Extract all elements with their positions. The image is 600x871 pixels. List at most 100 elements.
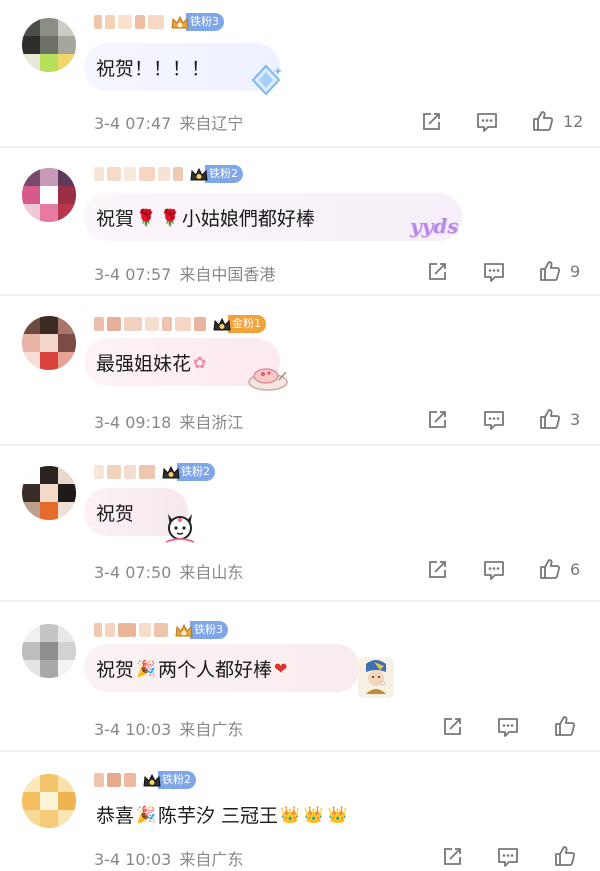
comment-item: 金粉1 最强姐妹花 ✿ 3-4 09:18 来自浙江 3 <box>0 296 600 446</box>
like-button[interactable]: 6 <box>538 557 580 581</box>
reply-icon <box>484 263 504 282</box>
comment-text-part: 两个人都好棒 <box>157 658 272 681</box>
share-icon <box>429 561 446 578</box>
avatar[interactable] <box>22 18 76 72</box>
username-row[interactable]: 铁粉2 <box>94 460 215 484</box>
comment-text: 祝贺 🎉 两个人都好棒 ❤ <box>96 655 289 682</box>
avatar[interactable] <box>22 624 76 678</box>
username-blurred[interactable] <box>94 15 164 29</box>
username-row[interactable]: 铁粉3 <box>94 618 228 642</box>
comment-meta: 3-4 10:03 来自广东 <box>94 716 243 740</box>
share-button[interactable] <box>441 716 463 738</box>
username-blurred[interactable] <box>94 623 168 637</box>
heart-icon: ❤ <box>273 658 288 678</box>
fan-badge: 铁粉2 <box>205 165 243 183</box>
avatar[interactable] <box>22 316 76 370</box>
like-icon <box>540 261 561 281</box>
comment-text-part: 小姑娘們都好棒 <box>181 207 315 230</box>
share-button[interactable] <box>426 409 448 431</box>
like-button[interactable]: 12 <box>531 109 583 133</box>
reply-button[interactable] <box>475 111 499 133</box>
username-row[interactable]: 铁粉2 <box>94 768 196 792</box>
share-button[interactable] <box>426 559 448 581</box>
username-blurred[interactable] <box>94 317 206 331</box>
comment-date: 3-4 10:03 <box>94 850 172 869</box>
reply-button[interactable] <box>496 846 520 868</box>
comment-meta: 3-4 09:18 来自浙江 <box>94 409 243 433</box>
crown-emoji-icon: 👑 <box>327 804 348 824</box>
reply-button[interactable] <box>482 409 506 431</box>
yyds-sticker: yyds <box>410 214 474 246</box>
comment-location: 来自广东 <box>179 850 244 869</box>
like-count: 3 <box>570 409 581 429</box>
comment-text-part: 最强姐妹花 <box>96 352 192 375</box>
reply-button[interactable] <box>496 716 520 738</box>
like-count: 12 <box>563 111 584 131</box>
like-button[interactable]: 3 <box>538 407 580 431</box>
username-row[interactable]: 金粉1 <box>94 312 266 336</box>
reply-button[interactable] <box>482 261 506 283</box>
username-row[interactable]: 铁粉3 <box>94 10 224 34</box>
comment-text: 祝贺 <box>96 502 135 525</box>
crown-icon <box>142 771 161 789</box>
comment-text: 祝贺！！！！ <box>96 57 211 80</box>
comment-item: 铁粉3 祝贺 🎉 两个人都好棒 ❤ 3-4 10:03 来自广东 <box>0 602 600 752</box>
share-icon <box>423 113 440 130</box>
comment-meta: 3-4 07:57 来自中国香港 <box>94 261 275 285</box>
share-icon <box>429 263 446 280</box>
username-row[interactable]: 铁粉2 <box>94 162 243 186</box>
like-button[interactable]: 9 <box>538 259 580 283</box>
fan-badge: 铁粉2 <box>158 771 196 789</box>
comment-item: 铁粉2 祝賀 🌹 🌹 小姑娘們都好棒 yyds 3-4 07:57 来自中国香港 … <box>0 148 600 296</box>
comment-bubble: 恭喜 🎉 陈芋汐 三冠王 👑 👑 👑 <box>84 790 404 838</box>
comment-location: 来自浙江 <box>179 413 244 432</box>
rose-icon: 🌹 <box>159 207 180 227</box>
comment-meta: 3-4 10:03 来自广东 <box>94 846 243 870</box>
like-icon <box>533 111 554 131</box>
username-blurred[interactable] <box>94 167 183 181</box>
reply-icon <box>484 561 504 580</box>
like-count: 9 <box>570 261 581 281</box>
comment-meta: 3-4 07:47 来自辽宁 <box>94 110 243 134</box>
reply-button[interactable] <box>482 559 506 581</box>
comment-bubble[interactable]: 祝賀 🌹 🌹 小姑娘們都好棒 <box>84 193 462 241</box>
comment-date: 3-4 07:50 <box>94 563 172 582</box>
share-button[interactable] <box>426 261 448 283</box>
comment-date: 3-4 07:57 <box>94 265 172 284</box>
comment-text-part: 陈芋汐 三冠王 <box>157 804 278 827</box>
comment-text: 最强姐妹花 ✿ <box>96 349 208 376</box>
girl-with-pearl-earring-sticker-icon <box>356 656 396 704</box>
username-blurred[interactable] <box>94 465 155 479</box>
comment-date: 3-4 07:47 <box>94 114 172 133</box>
like-button[interactable] <box>553 714 577 738</box>
comment-text: 恭喜 🎉 陈芋汐 三冠王 👑 👑 👑 <box>96 801 350 828</box>
like-button[interactable] <box>553 844 577 868</box>
like-icon <box>555 846 576 866</box>
share-button[interactable] <box>420 111 442 133</box>
share-icon <box>429 411 446 428</box>
yyds-sticker-text: yyds <box>410 214 459 238</box>
reply-icon <box>484 411 504 430</box>
avatar[interactable] <box>22 774 76 828</box>
reply-icon <box>498 848 518 867</box>
comment-bubble[interactable]: 祝贺 🎉 两个人都好棒 ❤ <box>84 644 360 692</box>
share-button[interactable] <box>441 846 463 868</box>
avatar[interactable] <box>22 168 76 222</box>
crown-emoji-icon: 👑 <box>303 804 324 824</box>
rose-icon: 🌹 <box>136 207 156 227</box>
crown-emoji-icon: 👑 <box>279 804 300 824</box>
crown-icon <box>161 463 180 481</box>
username-blurred[interactable] <box>94 773 136 787</box>
share-icon <box>444 718 461 735</box>
reply-icon <box>477 113 497 132</box>
comment-text-part: 祝賀 <box>96 207 135 230</box>
crown-icon <box>189 165 208 183</box>
kuromi-sticker-icon <box>160 508 200 552</box>
like-count: 6 <box>570 559 581 579</box>
avatar[interactable] <box>22 466 76 520</box>
crown-icon <box>174 621 193 639</box>
comment-location: 来自广东 <box>179 720 244 739</box>
fan-badge: 铁粉2 <box>177 463 215 481</box>
comment-item: 铁粉2 祝贺 3-4 07:50 来自山东 6 <box>0 446 600 602</box>
fan-badge: 铁粉3 <box>186 13 224 31</box>
